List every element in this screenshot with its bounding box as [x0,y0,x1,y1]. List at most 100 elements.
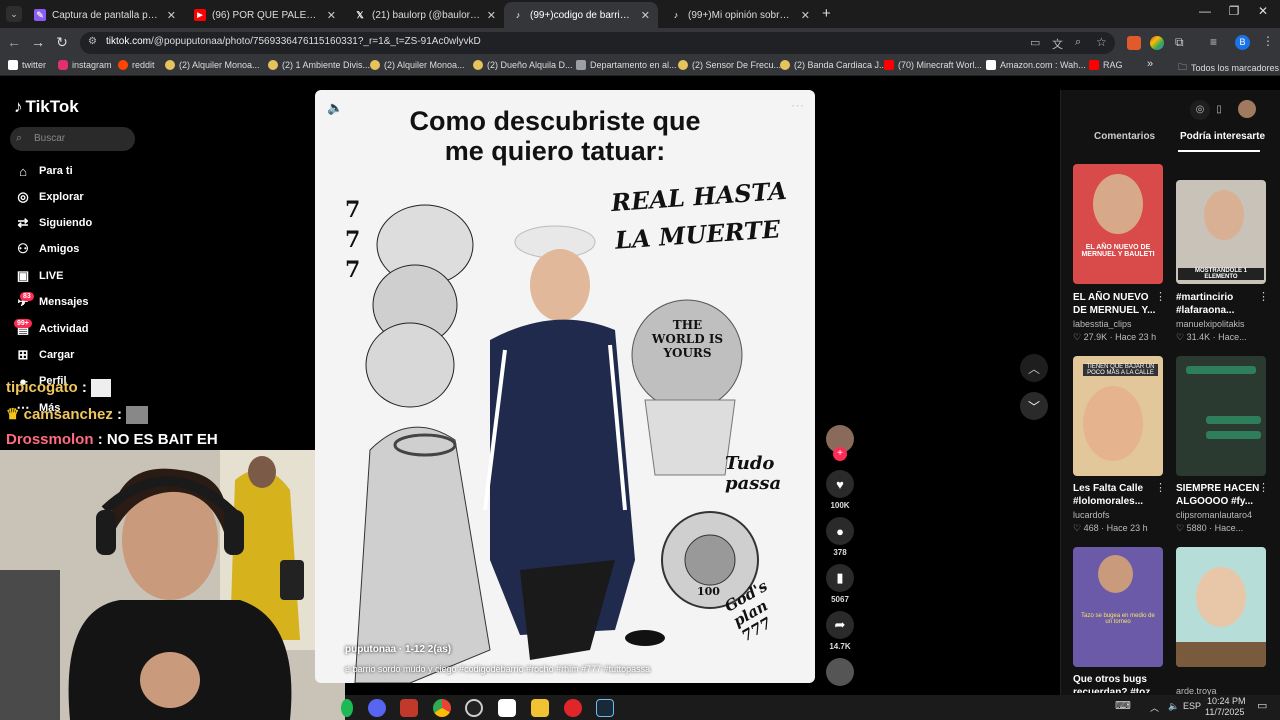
bookmark[interactable]: (2) Alquiler Monoa... [370,60,465,70]
bookmark[interactable]: Amazon.com : Wah... [986,60,1086,70]
recommendation-user[interactable]: clipsromanlautaro4 [1176,510,1271,520]
nav-item-following[interactable]: ⇄ Siguiendo [14,214,93,232]
follow-plus-icon[interactable]: + [833,447,847,461]
browser-tab[interactable]: 𝕏 (21) baulorp (@baulorp) / X ✕ [346,2,504,28]
discord-icon[interactable] [368,699,386,717]
search-input[interactable]: ⌕ Buscar [10,127,135,151]
bookmark[interactable]: (2) Sensor De Frecu... [678,60,781,70]
menu-kebab-icon[interactable]: ⋮ [1262,34,1274,48]
reading-list-icon[interactable]: ≡ [1210,35,1217,49]
clock-date[interactable]: 11/7/2025 [1205,707,1244,717]
recommendation-title[interactable]: Que otros bugs recuerdan? #toz... [1073,673,1163,693]
close-window-icon[interactable]: ✕ [1248,4,1278,18]
nav-item-live[interactable]: ▣ LIVE [14,267,64,285]
bookmark[interactable]: (2) Banda Cardiaca J... [780,60,887,70]
close-icon[interactable]: ✕ [327,9,336,22]
minimize-icon[interactable]: — [1190,4,1220,18]
new-tab-button[interactable]: + [822,5,831,22]
bookmark[interactable]: (2) Dueño Alquila D... [473,60,573,70]
close-icon[interactable]: ✕ [801,9,810,22]
bookmark[interactable]: (2) 1 Ambiente Divis... [268,60,370,70]
browser-tab-active[interactable]: ♪ (99+)codigo de barrio sordo m ✕ [504,2,658,28]
clock-time[interactable]: 10:24 PM [1207,696,1246,706]
comment-button[interactable]: ● 378 [826,517,854,557]
spotify-icon[interactable] [341,699,353,717]
tiktok-logo[interactable]: ♪ TikTok [14,97,79,117]
more-options-icon[interactable]: ⋮ [1258,481,1269,494]
tab-may-interest[interactable]: Podría interesarte [1180,131,1265,142]
recommendation-thumbnail[interactable]: MOSTRANDOLE 1 ELEMENTO [1176,180,1266,284]
bookmark[interactable]: twitter [8,60,46,70]
browser-tab[interactable]: ✎ Captura de pantalla por Lightsh ✕ [26,2,184,28]
recommendation-thumbnail[interactable]: EL AÑO NUEVO DE MERNUEL Y BAULETI [1073,164,1163,284]
address-bar[interactable]: ⚙ tiktok.com/@popuputonaa/photo/75693364… [80,32,1115,54]
reload-icon[interactable]: ↻ [52,34,72,51]
more-options-icon[interactable]: ⋮ [1155,481,1166,494]
recommendation-title[interactable]: Les Falta Calle #lolomorales... [1073,482,1163,508]
share-button[interactable]: ➦ 14.7K [826,611,854,651]
app-icon[interactable] [400,699,418,717]
author-avatar[interactable]: + [826,425,854,461]
steam-icon[interactable] [596,699,614,717]
folder-icon[interactable] [531,699,549,717]
recommendation-title[interactable]: #martincirio #lafaraona... [1176,291,1266,317]
recommendation-thumbnail[interactable]: Tazo se bugea en medio de un torneo [1073,547,1163,667]
nav-item-upload[interactable]: ⊞ Cargar [14,346,75,364]
recommendation-thumbnail[interactable] [1176,547,1266,667]
keyboard-icon[interactable]: ⌨ [1115,699,1131,712]
recommendation-thumbnail[interactable]: TIENEN QUE BAJAR UN POCO MÁS A LA CALLE [1073,356,1163,476]
opera-icon[interactable] [564,699,582,717]
forward-icon[interactable]: → [28,34,48,50]
close-icon[interactable]: ✕ [641,9,650,22]
browser-tab[interactable]: ♪ (99+)Mi opinión sobre Camnai ✕ [662,2,818,28]
nav-item-explore[interactable]: ◎ Explorar [14,188,83,206]
recommendation-user[interactable]: labesstia_clips [1073,319,1168,329]
translate-icon[interactable]: 文 [1052,36,1063,52]
photo-post[interactable]: 🔈 ⋯ Como descubriste que me quiero tatua… [315,90,815,683]
extension-icon[interactable] [1127,36,1141,50]
recommendation-title[interactable]: EL AÑO NUEVO DE MERNUEL Y... [1073,291,1163,317]
restore-icon[interactable]: ❐ [1219,4,1249,18]
recommendation-title[interactable]: SIEMPRE HACEN ALGOOOO #fy... [1176,482,1266,508]
compass-icon[interactable]: ◎ [1190,100,1210,120]
all-bookmarks[interactable]: 🗀 Todos los marcadores [1178,60,1279,76]
bookmark[interactable]: reddit [118,60,155,70]
tab-search-button[interactable]: ⌄ [6,6,22,22]
more-options-icon[interactable]: ⋮ [1258,290,1269,303]
more-options-icon[interactable]: ⋮ [1155,290,1166,303]
recommendation-user[interactable]: manuelxipolitakis [1176,319,1271,329]
phone-icon[interactable]: ▯ [1210,100,1228,120]
profile-avatar[interactable]: B [1235,35,1250,50]
previous-post-button[interactable]: ︿ [1020,354,1048,382]
extensions-puzzle-icon[interactable]: ⧉ [1175,35,1184,50]
save-button[interactable]: ▮ 5067 [826,564,854,604]
recommendation-user[interactable]: lucardofs [1073,510,1168,520]
like-button[interactable]: ♥ 100K [826,470,854,510]
bookmark[interactable]: (70) Minecraft Worl... [884,60,982,70]
close-icon[interactable]: ✕ [167,9,176,22]
notification-icon[interactable]: ▭ [1257,699,1267,712]
obs-icon[interactable] [465,699,483,717]
bookmark[interactable]: Departamento en al... [576,60,677,70]
close-icon[interactable]: ✕ [487,9,496,22]
sound-disc[interactable] [826,658,854,686]
chevron-up-icon[interactable]: ︿ [1150,701,1159,714]
browser-tab[interactable]: ▶ (96) POR QUÉ PALERMO ES TAN ✕ [186,2,344,28]
recommendation-thumbnail[interactable] [1176,356,1266,476]
language-indicator[interactable]: ESP [1183,701,1201,711]
bookmark-star-icon[interactable]: ☆ [1096,35,1107,49]
bookmark[interactable]: RAG [1089,60,1123,70]
user-avatar[interactable] [1238,100,1256,118]
chrome-icon[interactable] [433,699,451,717]
back-icon[interactable]: ← [4,34,24,50]
next-post-button[interactable]: ﹀ [1020,392,1048,420]
capcut-icon[interactable] [498,699,516,717]
cast-icon[interactable]: ▭ [1030,36,1040,49]
extension-icon[interactable] [1150,36,1164,50]
bookmark[interactable]: instagram [58,60,112,70]
volume-icon[interactable]: 🔈 [1168,701,1179,712]
post-author[interactable]: puputonaa · 1-12 2(as) [345,644,451,655]
tab-comments[interactable]: Comentarios [1094,131,1155,142]
zoom-icon[interactable]: ⌕ [1075,36,1081,49]
nav-item-for-you[interactable]: ⌂ Para ti [14,162,73,180]
